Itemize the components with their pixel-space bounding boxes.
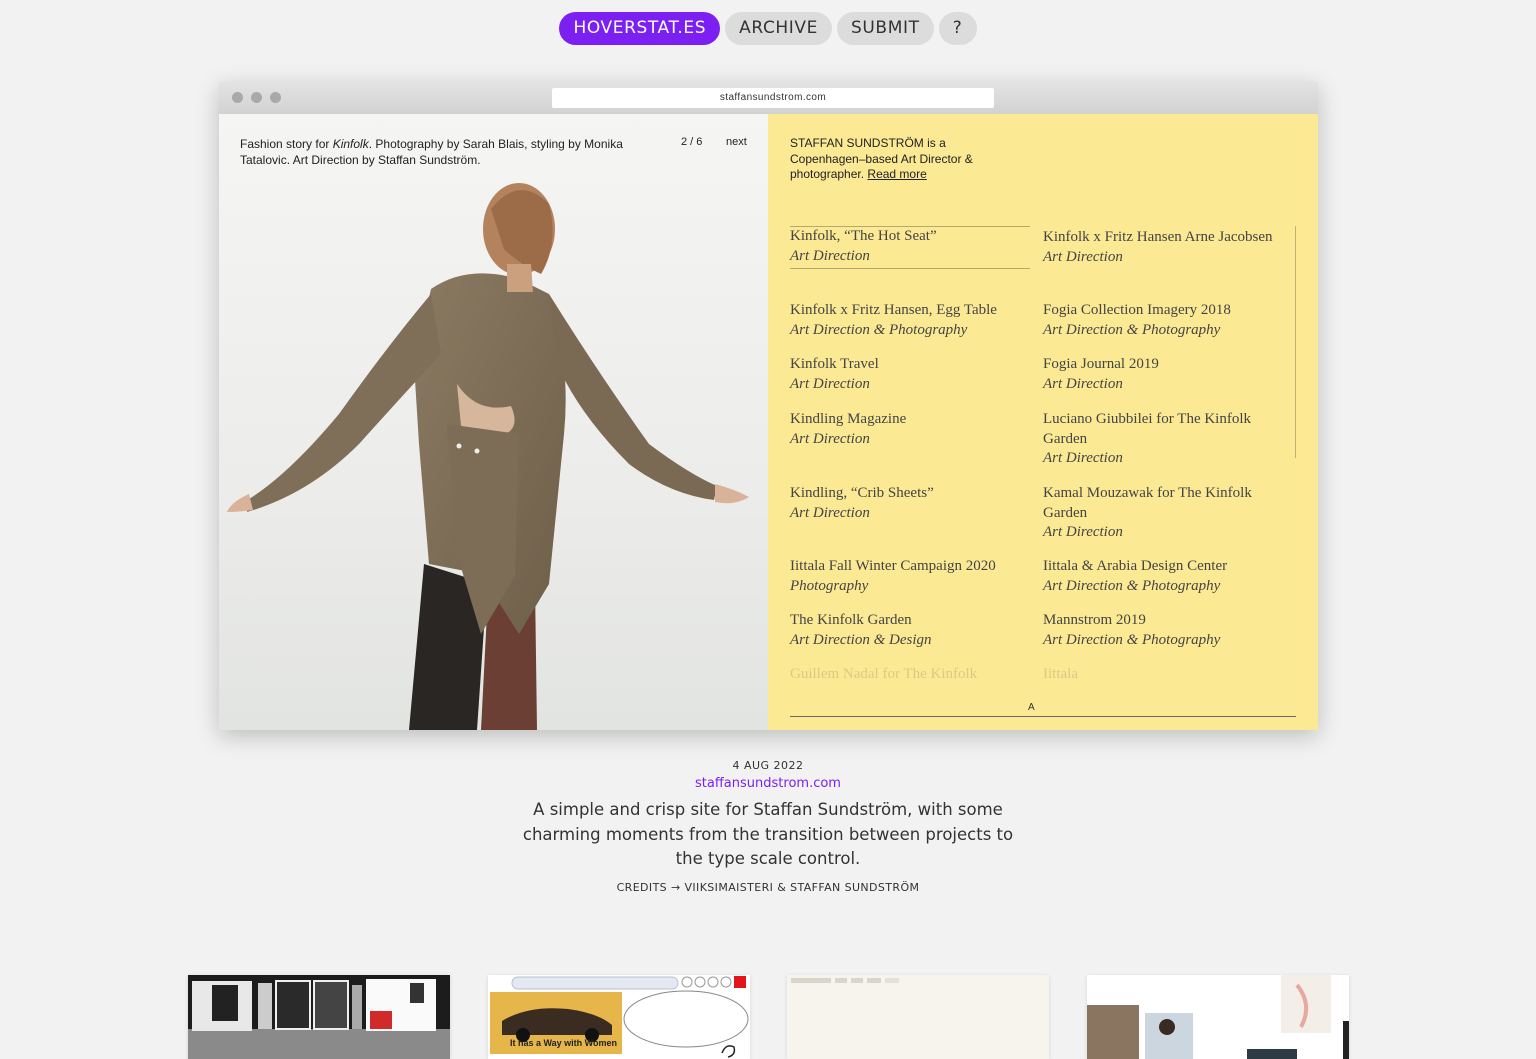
project-item[interactable]: Guillem Nadal for The Kinfolk [790, 665, 1030, 685]
fashion-photo [219, 114, 768, 730]
site-intro: STAFFAN SUNDSTRÖM is a Copenhagen–based … [790, 136, 973, 181]
project-item[interactable]: Iittala & Arabia Design Center Art Direct… [1043, 557, 1278, 596]
thumbnail-image [1087, 975, 1349, 1059]
thumbnail[interactable]: It has a Way with Women [488, 975, 750, 1059]
entry-date: 4 AUG 2022 [732, 759, 804, 772]
project-item[interactable]: Kinfolk x Fritz Hansen Arne Jacobsen Art … [1043, 228, 1278, 267]
window-dot-icon [251, 92, 262, 103]
entry-credits[interactable]: CREDITS → VIIKSIMAISTERI & STAFFAN SUNDS… [0, 881, 1536, 894]
project-item[interactable]: The Kinfolk Garden Art Direction & Design [790, 611, 1030, 650]
slide-counter: 2 / 6 [681, 136, 703, 148]
next-link[interactable]: next [726, 136, 747, 148]
thumbnail-image [188, 975, 450, 1059]
window-dot-icon [232, 92, 243, 103]
thumbnail-image [787, 975, 1049, 1059]
browser-chrome: staffansundstrom.com [219, 82, 1318, 114]
project-index-panel: STAFFAN SUNDSTRÖM is a Copenhagen–based … [768, 114, 1318, 730]
type-scale-slider[interactable] [790, 716, 1296, 717]
address-bar: staffansundstrom.com [552, 88, 994, 108]
entry-description: A simple and crisp site for Staffan Sund… [522, 800, 1014, 868]
project-item[interactable]: Fogia Journal 2019 Art Direction [1043, 355, 1278, 394]
scroll-indicator [1295, 226, 1296, 458]
project-item[interactable]: Kindling, “Crib Sheets” Art Direction [790, 484, 1030, 523]
nav-submit-button[interactable]: SUBMIT [837, 12, 934, 45]
site-preview[interactable]: staffansundstrom.com Fashion story for K… [219, 82, 1318, 730]
entry-site-link[interactable]: staffansundstrom.com [0, 776, 1536, 791]
nav-home-button[interactable]: HOVERSTAT.ES [559, 12, 721, 45]
nav-help-button[interactable]: ? [938, 12, 977, 45]
type-scale-label[interactable]: A [1028, 702, 1035, 713]
project-item[interactable]: Mannstrom 2019 Art Direction & Photograph… [1043, 611, 1278, 650]
project-item[interactable]: Luciano Giubbilei for The Kinfolk Garden… [1043, 410, 1278, 469]
top-nav: HOVERSTAT.ES ARCHIVE SUBMIT ? [0, 12, 1536, 45]
read-more-link[interactable]: Read more [867, 167, 926, 181]
project-item[interactable]: Kindling Magazine Art Direction [790, 410, 1030, 449]
project-item[interactable]: Kinfolk Travel Art Direction [790, 355, 1030, 394]
project-item[interactable]: Iittala [1043, 665, 1278, 685]
thumbnail[interactable] [787, 975, 1049, 1059]
photo-caption: Fashion story for Kinfolk. Photography b… [240, 137, 623, 167]
thumbnail-caption: It has a Way with Women [510, 1038, 618, 1048]
window-dot-icon [270, 92, 281, 103]
thumbnail[interactable] [1087, 975, 1349, 1059]
thumbnail[interactable] [188, 975, 450, 1059]
project-item[interactable]: Kinfolk, “The Hot Seat” Art Direction [790, 226, 1030, 269]
nav-archive-button[interactable]: ARCHIVE [725, 12, 832, 45]
photo-panel: Fashion story for Kinfolk. Photography b… [219, 114, 768, 730]
project-item[interactable]: Kamal Mouzawak for The Kinfolk Garden Art… [1043, 484, 1278, 543]
project-item[interactable]: Fogia Collection Imagery 2018 Art Directi… [1043, 301, 1278, 340]
project-item[interactable]: Iittala Fall Winter Campaign 2020 Photogr… [790, 557, 1030, 596]
project-item[interactable]: Kinfolk x Fritz Hansen, Egg Table Art Dir… [790, 301, 1030, 340]
